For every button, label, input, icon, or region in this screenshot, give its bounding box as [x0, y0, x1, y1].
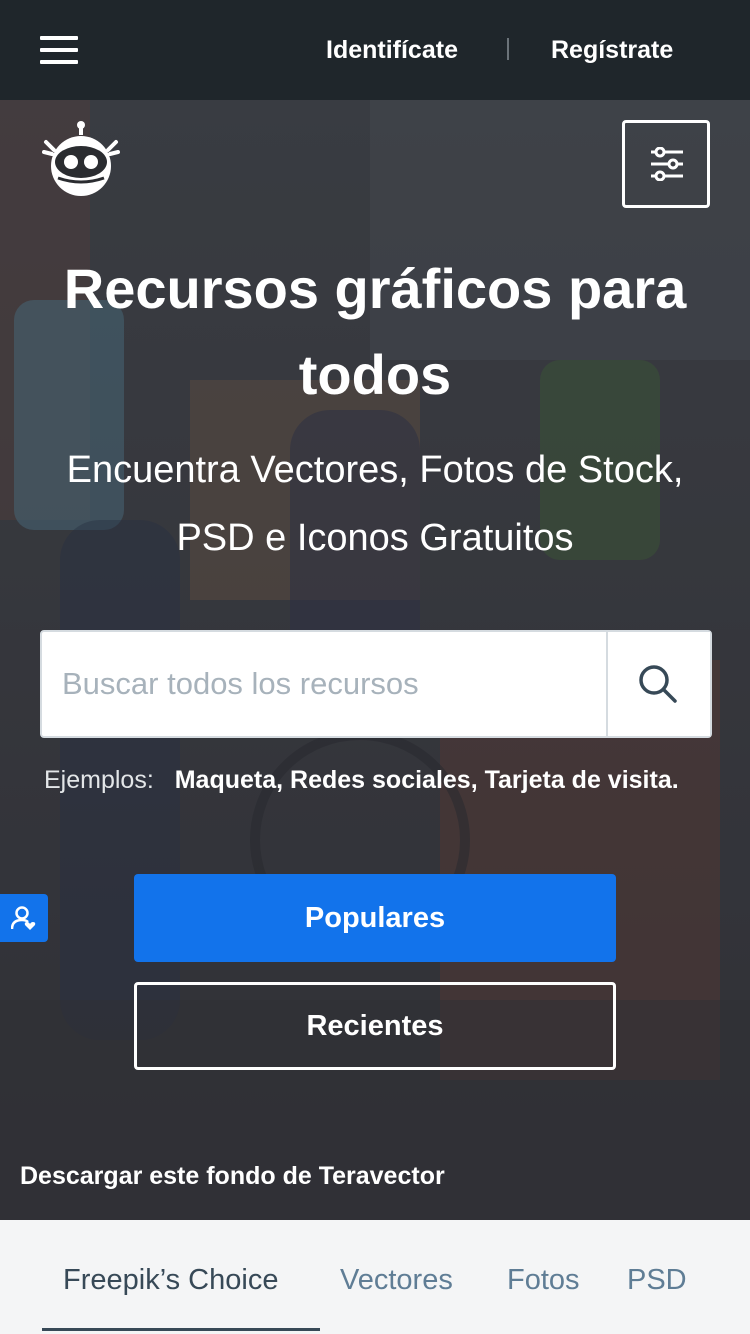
recent-button[interactable]: Recientes: [134, 982, 616, 1070]
example-separator: ,: [276, 766, 291, 794]
popular-button[interactable]: Populares: [134, 874, 616, 962]
tab-freepiks-choice[interactable]: Freepik’s Choice: [63, 1264, 278, 1297]
tab-psd[interactable]: PSD: [627, 1264, 687, 1297]
resource-tabs: Freepik’s Choice Vectores Fotos PSD: [0, 1220, 750, 1334]
search-icon: [639, 665, 677, 703]
search-input[interactable]: [42, 632, 608, 736]
search-examples: Ejemplos: Maqueta, Redes sociales, Tarje…: [44, 766, 679, 795]
search-bar: [40, 630, 712, 738]
hero-title: Recursos gráficos para todos: [63, 257, 687, 406]
search-button[interactable]: [606, 632, 710, 736]
background-credit-link[interactable]: Descargar este fondo de Teravector: [20, 1162, 445, 1191]
examples-label: Ejemplos:: [44, 766, 154, 794]
tab-vectors[interactable]: Vectores: [340, 1264, 453, 1297]
user-heart-tab[interactable]: [0, 894, 48, 942]
hero-subtitle: Encuentra Vectores, Fotos de Stock, PSD …: [66, 449, 684, 559]
top-nav-bar: Identifícate Regístrate: [0, 0, 750, 100]
active-tab-indicator: [42, 1328, 320, 1331]
login-link[interactable]: Identifícate: [326, 36, 458, 65]
example-terminator: .: [671, 766, 679, 794]
nav-divider: [507, 38, 509, 60]
example-separator: ,: [470, 766, 485, 794]
example-link-business-card[interactable]: Tarjeta de visita: [485, 766, 672, 794]
user-heart-icon: [11, 906, 36, 930]
hamburger-menu-icon[interactable]: [40, 34, 80, 66]
freepik-robot-logo-icon[interactable]: [40, 120, 122, 200]
filters-button[interactable]: [622, 120, 710, 208]
tab-photos[interactable]: Fotos: [507, 1264, 580, 1297]
sliders-icon: [651, 147, 683, 181]
register-link[interactable]: Regístrate: [551, 36, 673, 65]
example-link-social-media[interactable]: Redes sociales: [290, 766, 471, 794]
example-link-mockup[interactable]: Maqueta: [175, 766, 276, 794]
